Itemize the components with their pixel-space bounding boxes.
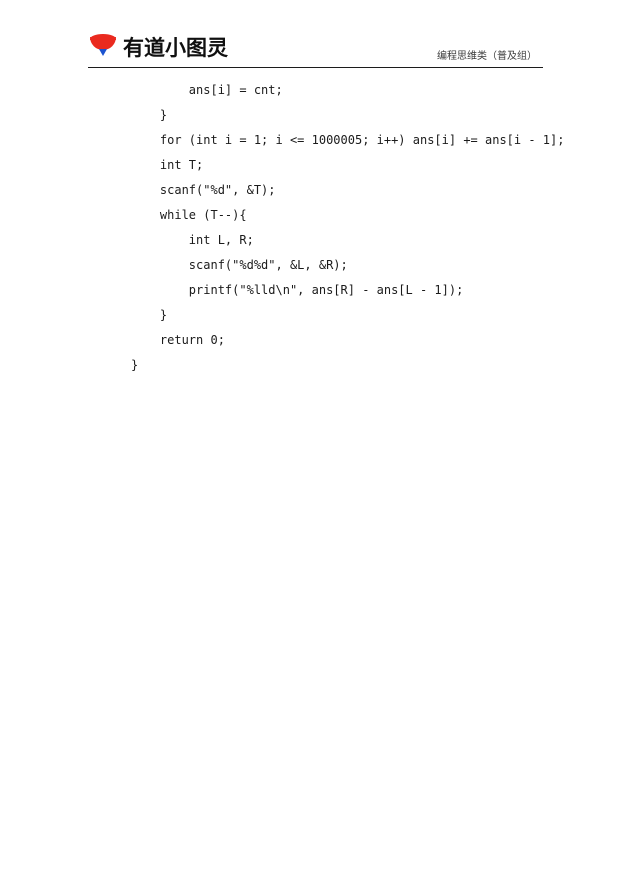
- code-line: for (int i = 1; i <= 1000005; i++) ans[i…: [131, 133, 565, 147]
- code-line: int T;: [131, 158, 204, 172]
- page-header: 有道小图灵 编程思维类（普及组）: [88, 34, 543, 68]
- code-line: printf("%lld\n", ans[R] - ans[L - 1]);: [131, 283, 464, 297]
- code-line: return 0;: [131, 333, 225, 347]
- code-line: int L, R;: [131, 233, 254, 247]
- document-page: 有道小图灵 编程思维类（普及组） ans[i] = cnt; } for (in…: [0, 0, 630, 895]
- code-line: }: [131, 308, 168, 322]
- code-line: while (T--){: [131, 208, 247, 222]
- code-line: }: [131, 108, 168, 122]
- code-line: ans[i] = cnt;: [131, 83, 283, 97]
- code-block: ans[i] = cnt; } for (int i = 1; i <= 100…: [131, 78, 591, 378]
- header-category-label: 编程思维类（普及组）: [437, 51, 537, 62]
- code-line: scanf("%d", &T);: [131, 183, 276, 197]
- code-line: }: [131, 358, 139, 372]
- brand: 有道小图灵: [88, 34, 228, 60]
- code-line: scanf("%d%d", &L, &R);: [131, 258, 348, 272]
- youdao-bowl-logo-icon: [88, 34, 118, 60]
- header-divider: [88, 67, 543, 68]
- brand-name: 有道小图灵: [123, 36, 228, 60]
